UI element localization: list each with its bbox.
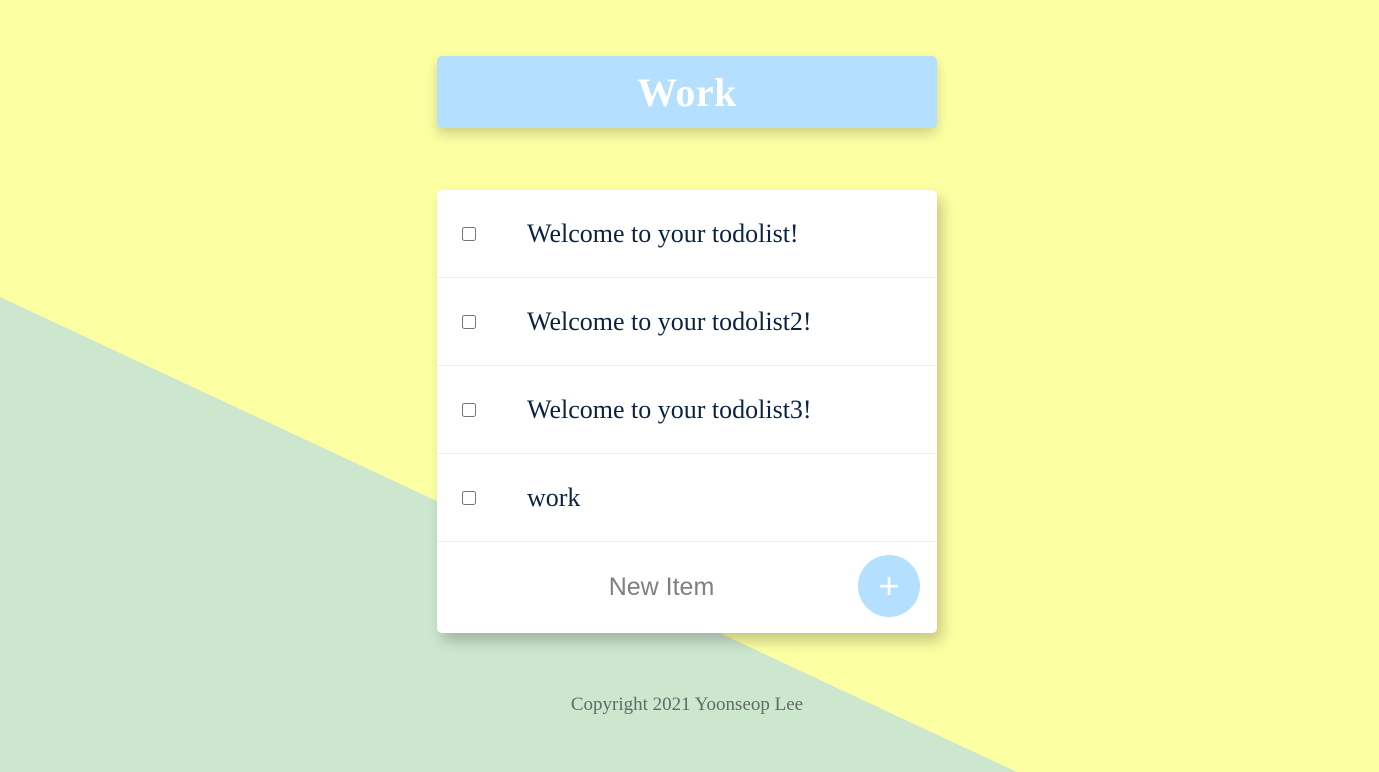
new-item-input[interactable] xyxy=(437,556,886,618)
item-text: Welcome to your todolist2! xyxy=(527,306,812,336)
item-checkbox[interactable] xyxy=(462,226,476,241)
item-text: Welcome to your todolist! xyxy=(527,218,799,248)
add-item-button[interactable]: + xyxy=(858,555,920,617)
item-text: work xyxy=(527,482,581,512)
item-text: Welcome to your todolist3! xyxy=(527,394,812,424)
new-item-form: + xyxy=(437,542,937,630)
todo-list-card: Welcome to your todolist! Welcome to you… xyxy=(437,190,937,633)
list-item: Welcome to your todolist3! xyxy=(437,366,937,454)
list-item: Welcome to your todolist! xyxy=(437,190,937,278)
copyright-footer: Copyright 2021 Yoonseop Lee xyxy=(570,694,804,715)
item-checkbox[interactable] xyxy=(462,314,476,329)
item-checkbox[interactable] xyxy=(462,402,476,417)
item-checkbox[interactable] xyxy=(462,490,476,505)
list-item: work xyxy=(437,454,937,542)
plus-icon: + xyxy=(878,565,900,606)
list-title-banner: Work xyxy=(437,56,937,128)
page-title: Work xyxy=(637,69,737,115)
list-item: Welcome to your todolist2! xyxy=(437,278,937,366)
